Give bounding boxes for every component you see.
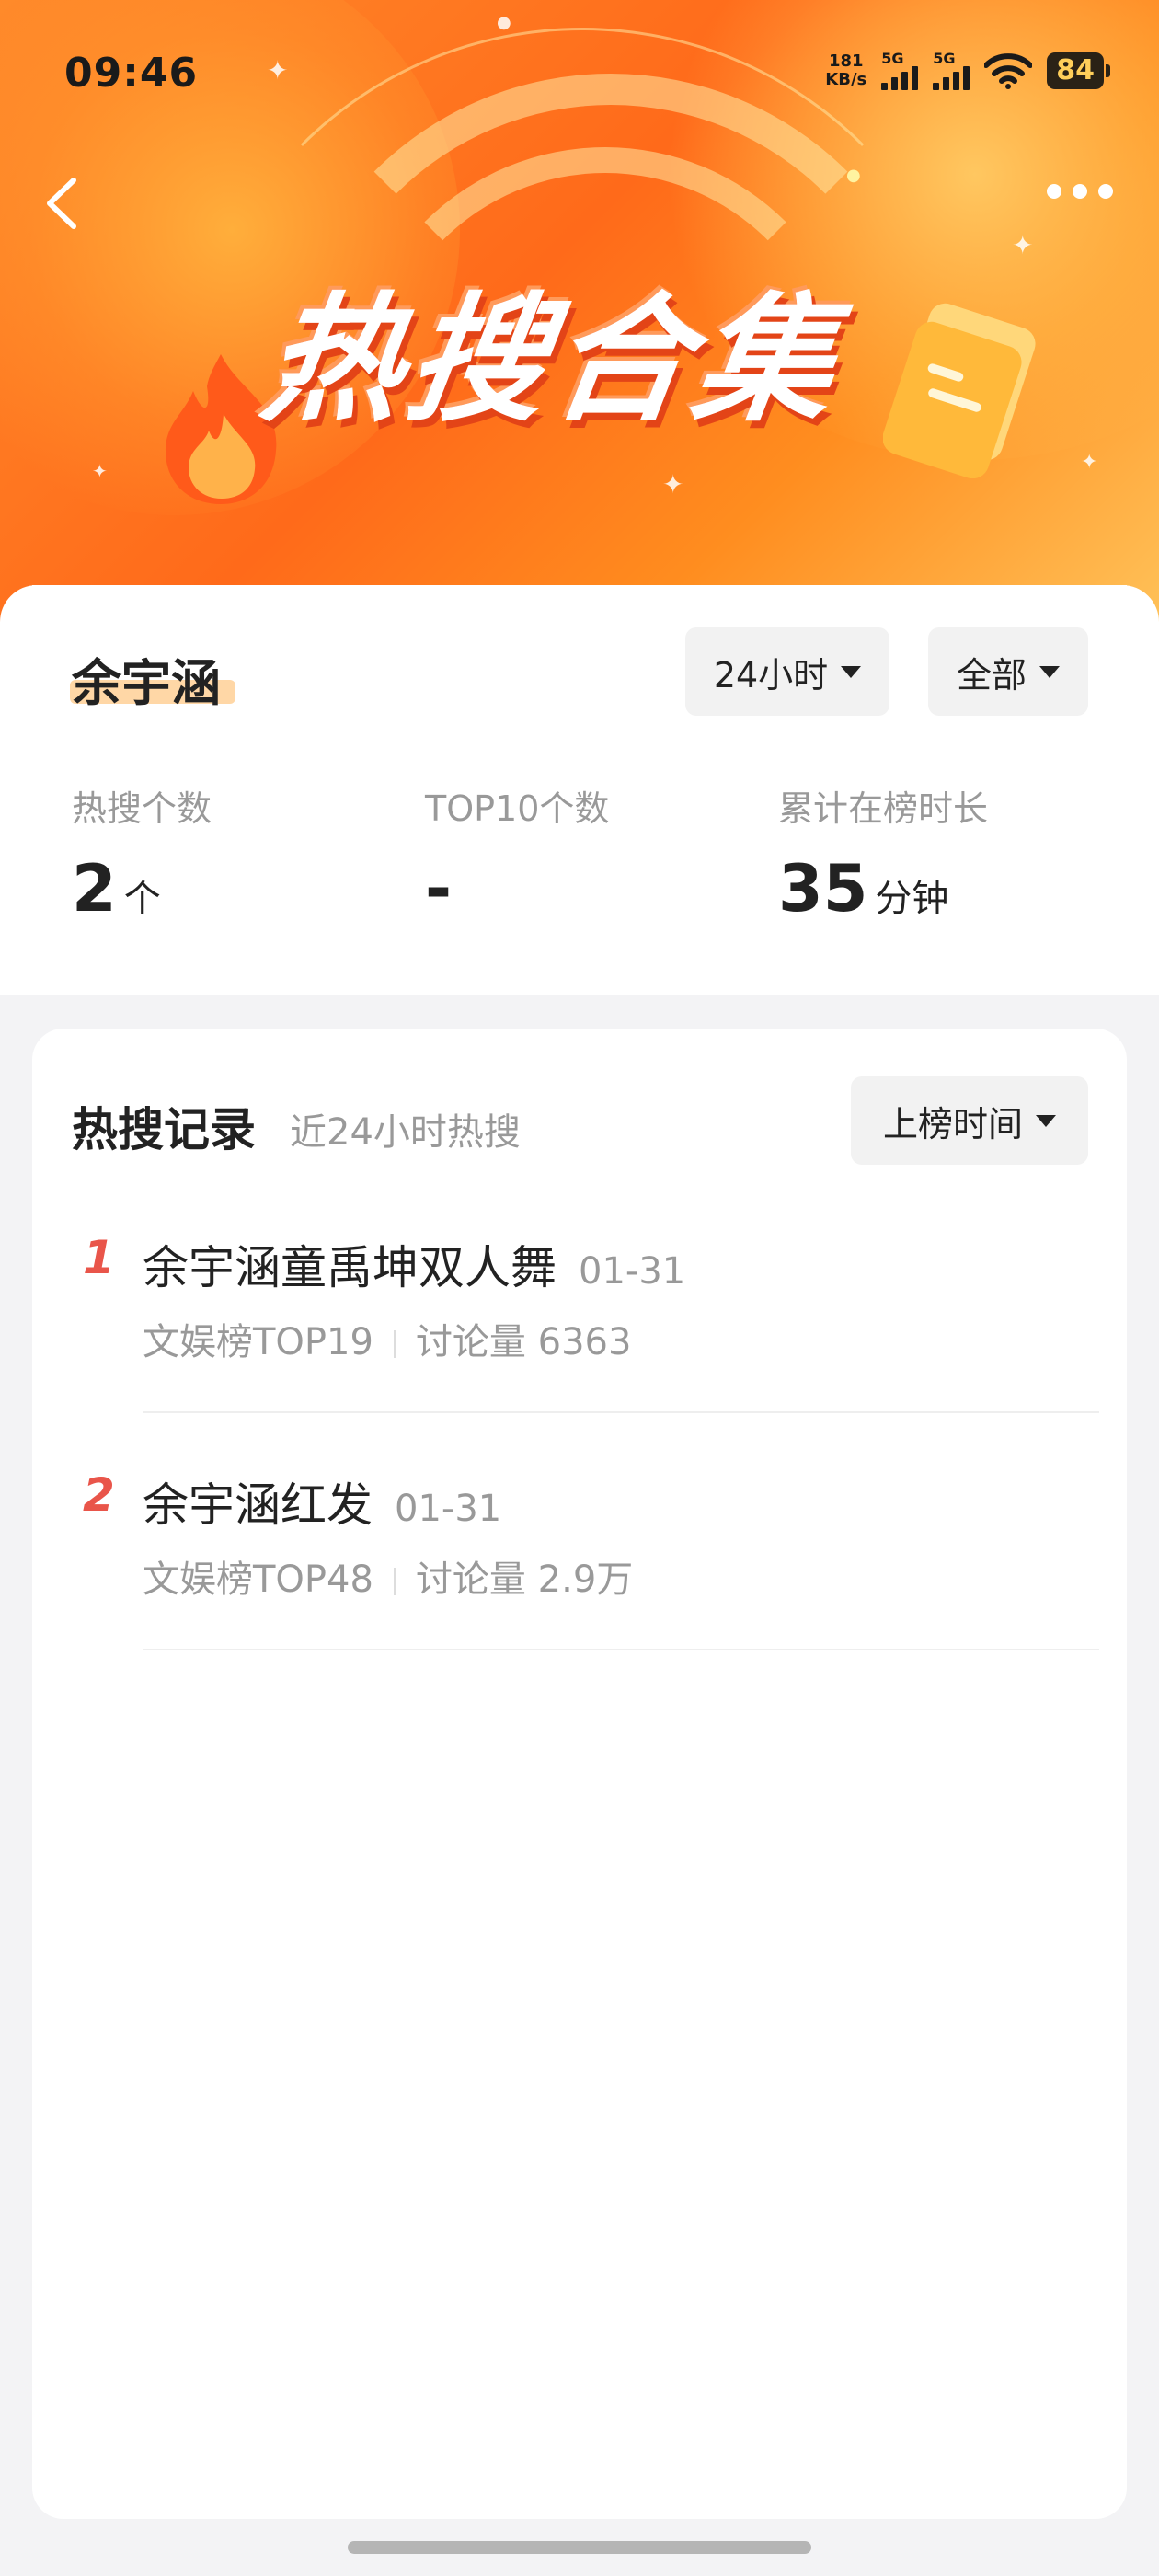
stat-label: 热搜个数 bbox=[72, 788, 212, 829]
status-time: 09:46 bbox=[64, 50, 199, 97]
item-title: 余宇涵红发 01-31 bbox=[143, 1478, 502, 1532]
stat-value: 35 分钟 bbox=[778, 851, 949, 926]
records-subtitle: 近24小时热搜 bbox=[290, 1111, 521, 1154]
item-meta: 文娱榜TOP48 讨论量 2.9万 bbox=[143, 1558, 634, 1601]
hero-banner: ✦ ✦ ✦ ✦ ✦ ● ● 热搜合集 09:46 181 KB/s 5G 5G bbox=[0, 0, 1159, 644]
sort-dropdown[interactable]: 上榜时间 bbox=[851, 1076, 1088, 1165]
back-icon[interactable] bbox=[37, 171, 92, 236]
stat-value: 2个 bbox=[72, 851, 161, 926]
list-item[interactable]: 1 余宇涵童禹坤双人舞 01-31 文娱榜TOP19 讨论量 6363 bbox=[32, 1231, 1127, 1470]
item-meta: 文娱榜TOP19 讨论量 6363 bbox=[143, 1321, 632, 1363]
profile-card: 余宇涵 24小时 全部 热搜个数 TOP10个数 累计在榜时长 2个 - 35 分… bbox=[0, 585, 1159, 995]
home-indicator[interactable] bbox=[348, 2541, 811, 2554]
rank-number: 2 bbox=[83, 1468, 115, 1522]
battery-indicator: 84 bbox=[1047, 52, 1110, 89]
more-options-icon[interactable] bbox=[1047, 184, 1113, 199]
divider bbox=[143, 1411, 1099, 1413]
time-filter-dropdown[interactable]: 24小时 bbox=[685, 627, 889, 716]
banner-title: 热搜合集 bbox=[253, 281, 851, 441]
caret-down-icon bbox=[1039, 665, 1060, 678]
divider bbox=[143, 1649, 1099, 1650]
signal-icon: 5G bbox=[933, 52, 970, 90]
folder-icon bbox=[883, 303, 1036, 478]
scope-filter-dropdown[interactable]: 全部 bbox=[928, 627, 1088, 716]
caret-down-icon bbox=[1036, 1114, 1056, 1127]
network-speed: 181 KB/s bbox=[825, 52, 867, 89]
wifi-icon bbox=[984, 53, 1033, 89]
records-title: 热搜记录 bbox=[72, 1103, 256, 1156]
records-card: 热搜记录 近24小时热搜 上榜时间 1 余宇涵童禹坤双人舞 01-31 文娱榜TO… bbox=[32, 1029, 1127, 2519]
rank-number: 1 bbox=[83, 1231, 115, 1284]
signal-icon: 5G bbox=[881, 52, 919, 90]
stat-value: - bbox=[425, 851, 453, 926]
caret-down-icon bbox=[841, 665, 862, 678]
status-icons: 181 KB/s 5G 5G 84 bbox=[825, 52, 1110, 90]
stat-label: TOP10个数 bbox=[425, 788, 610, 829]
stat-label: 累计在榜时长 bbox=[778, 788, 989, 829]
profile-name: 余宇涵 bbox=[72, 654, 221, 712]
list-item[interactable]: 2 余宇涵红发 01-31 文娱榜TOP48 讨论量 2.9万 bbox=[32, 1468, 1127, 1708]
item-title: 余宇涵童禹坤双人舞 01-31 bbox=[143, 1241, 686, 1294]
